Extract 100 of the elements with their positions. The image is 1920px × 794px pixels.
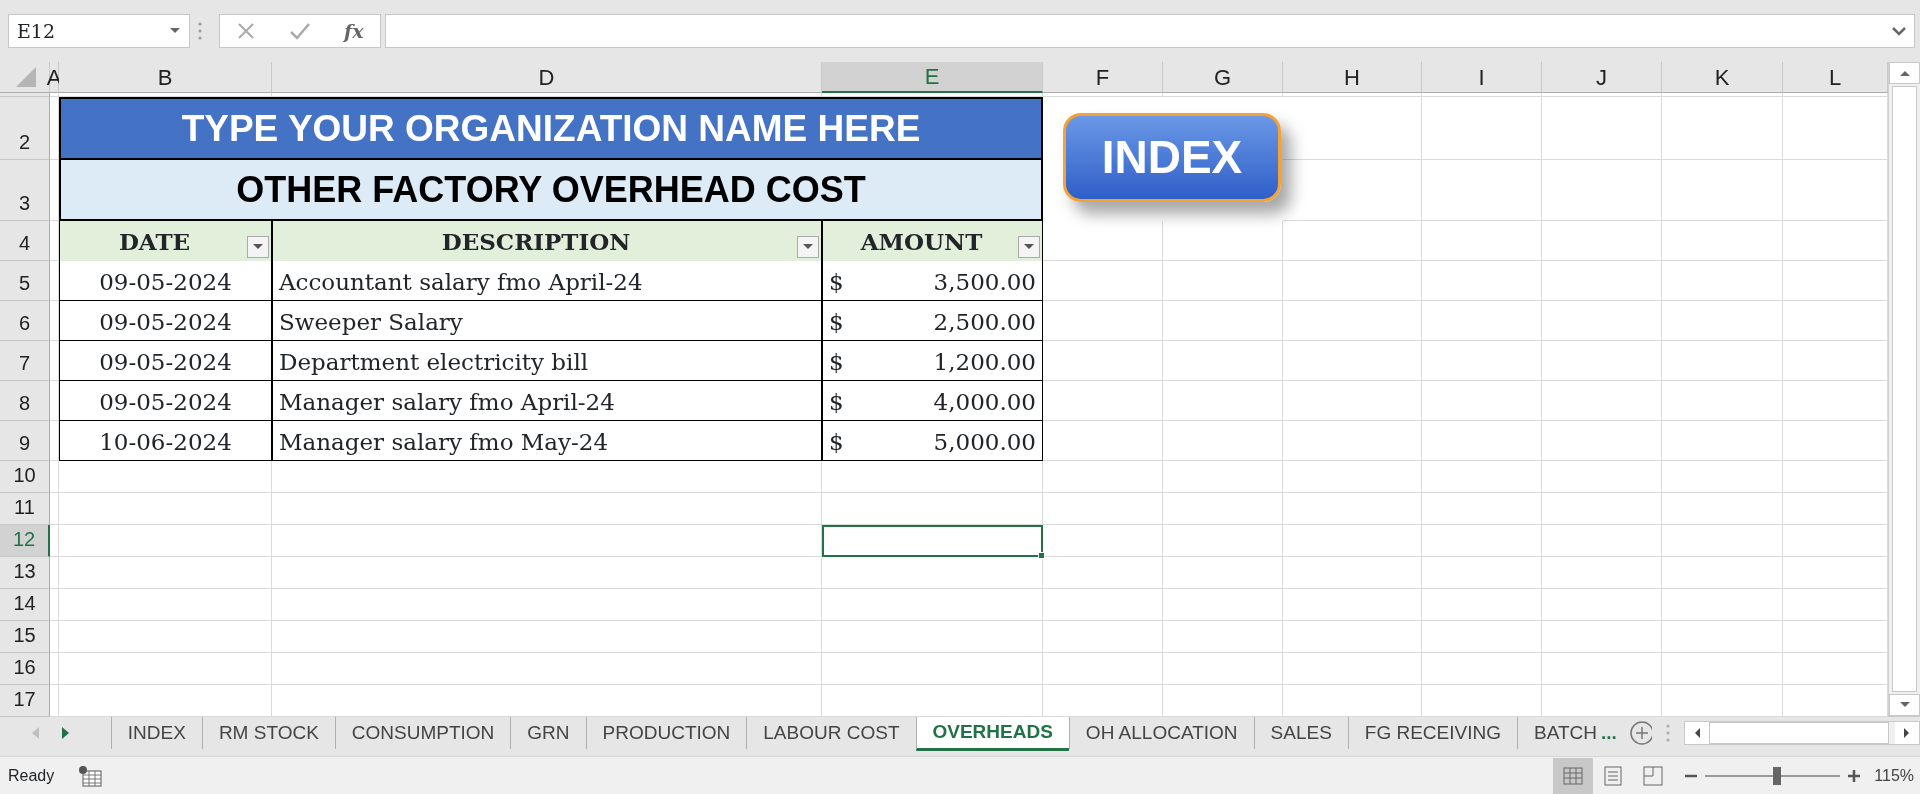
sheet-cell[interactable] <box>1163 221 1283 261</box>
sheet-cell[interactable] <box>822 653 1043 685</box>
sheet-cell[interactable] <box>1542 557 1662 589</box>
sheet-cell[interactable] <box>1283 97 1422 160</box>
filter-button[interactable] <box>1018 236 1040 258</box>
sheet-cell[interactable] <box>1283 261 1422 301</box>
row-header[interactable]: 11 <box>0 493 50 525</box>
row-header[interactable]: 4 <box>0 221 50 261</box>
sheet-cell[interactable] <box>1283 653 1422 685</box>
sheet-tab[interactable]: LABOUR COST <box>746 717 916 749</box>
sheet-cell[interactable] <box>822 493 1043 525</box>
sheet-cell[interactable] <box>1662 653 1783 685</box>
macro-record-icon[interactable] <box>78 764 103 787</box>
sheet-cell[interactable] <box>1163 493 1283 525</box>
column-header[interactable]: E <box>822 62 1043 93</box>
sheet-cell[interactable] <box>1662 160 1783 221</box>
sheet-cell[interactable] <box>1163 621 1283 653</box>
sheet-cell[interactable] <box>1422 160 1542 221</box>
sheet-cell[interactable] <box>1542 621 1662 653</box>
sheet-cell[interactable] <box>50 341 59 381</box>
sheet-cell[interactable] <box>1422 653 1542 685</box>
sheet-cell[interactable] <box>1542 589 1662 621</box>
sheet-cell[interactable] <box>822 461 1043 493</box>
row-header[interactable]: 10 <box>0 461 50 493</box>
sheet-cell[interactable] <box>50 653 59 685</box>
sheet-cell[interactable] <box>1283 461 1422 493</box>
sheet-cell[interactable] <box>59 461 272 493</box>
sheet-cell[interactable] <box>1283 621 1422 653</box>
sheet-cell[interactable] <box>1283 301 1422 341</box>
sheet-cell[interactable] <box>272 621 822 653</box>
sheet-tab[interactable]: OVERHEADS <box>915 717 1069 751</box>
zoom-level[interactable]: 115% <box>1874 763 1914 788</box>
sheet-cell[interactable] <box>1662 261 1783 301</box>
sheet-cell[interactable] <box>1043 493 1163 525</box>
column-header[interactable]: I <box>1422 62 1542 93</box>
sheet-cell[interactable] <box>1422 341 1542 381</box>
sheet-cell[interactable] <box>1043 621 1163 653</box>
row-header[interactable]: 7 <box>0 341 50 381</box>
sheet-cell[interactable] <box>1422 301 1542 341</box>
column-header[interactable]: G <box>1163 62 1283 93</box>
sheet-cell[interactable] <box>59 589 272 621</box>
sheet-tab[interactable]: FG RECEIVING <box>1347 717 1517 749</box>
insert-function-button[interactable]: fx <box>344 16 364 46</box>
sheet-cell[interactable] <box>1163 301 1283 341</box>
sheet-cell[interactable] <box>272 525 822 557</box>
sheet-cell[interactable] <box>1542 653 1662 685</box>
sheet-tab[interactable]: OH ALLOCATION <box>1068 717 1254 749</box>
sheet-cell[interactable] <box>1662 461 1783 493</box>
sheet-cell[interactable] <box>1542 301 1662 341</box>
sheet-cell[interactable] <box>1422 621 1542 653</box>
selected-cell[interactable] <box>822 525 1043 557</box>
sheet-cell[interactable] <box>272 557 822 589</box>
sheet-cell[interactable] <box>1163 341 1283 381</box>
column-header[interactable]: J <box>1542 62 1662 93</box>
row-header[interactable]: 5 <box>0 261 50 301</box>
sheet-cell[interactable] <box>50 301 59 341</box>
row-header[interactable]: 14 <box>0 589 50 621</box>
sheet-cell[interactable] <box>1283 525 1422 557</box>
sheet-cell[interactable] <box>822 589 1043 621</box>
column-header[interactable]: L <box>1783 62 1888 93</box>
sheet-cell[interactable] <box>59 493 272 525</box>
sheet-cell[interactable] <box>272 653 822 685</box>
sheet-cell[interactable] <box>1662 589 1783 621</box>
column-header[interactable]: D <box>272 62 822 93</box>
sheet-tab[interactable]: SALES <box>1253 717 1348 749</box>
sheet-cell[interactable] <box>1163 525 1283 557</box>
sheet-cell[interactable] <box>1662 221 1783 261</box>
name-box[interactable]: E12 <box>8 14 190 48</box>
sheet-cell[interactable] <box>1163 653 1283 685</box>
sheet-cell[interactable] <box>1283 589 1422 621</box>
sheet-cell[interactable] <box>1043 461 1163 493</box>
sheet-cell[interactable] <box>1542 341 1662 381</box>
add-sheet-icon[interactable] <box>1628 720 1653 746</box>
sheet-cell[interactable] <box>1283 421 1422 461</box>
scrollbar-thumb[interactable] <box>1892 86 1917 692</box>
sheet-cell[interactable] <box>1283 381 1422 421</box>
normal-view-icon[interactable] <box>1553 757 1594 794</box>
row-header[interactable]: 2 <box>0 97 50 160</box>
sheet-cell[interactable] <box>50 589 59 621</box>
sheet-cell[interactable] <box>59 557 272 589</box>
sheet-cell[interactable] <box>1542 160 1662 221</box>
filter-button[interactable] <box>797 236 819 258</box>
sheet-cell[interactable] <box>1542 461 1662 493</box>
sheet-cell[interactable] <box>50 461 59 493</box>
sheet-cell[interactable] <box>1163 589 1283 621</box>
sheet-cell[interactable] <box>59 621 272 653</box>
row-header[interactable]: 17 <box>0 685 50 717</box>
column-header[interactable]: H <box>1283 62 1422 93</box>
sheet-cell[interactable] <box>272 461 822 493</box>
sheet-cell[interactable] <box>1422 421 1542 461</box>
sheet-cell[interactable] <box>50 421 59 461</box>
formula-input[interactable] <box>385 14 1915 48</box>
column-header[interactable]: K <box>1662 62 1783 93</box>
scroll-left-button[interactable] <box>1684 722 1709 744</box>
sheet-cell[interactable] <box>1043 341 1163 381</box>
sheet-cell[interactable] <box>1542 525 1662 557</box>
sheet-cell[interactable] <box>50 493 59 525</box>
sheet-cell[interactable] <box>50 621 59 653</box>
sheet-cell[interactable] <box>1662 341 1783 381</box>
sheet-cell[interactable] <box>1283 160 1422 221</box>
